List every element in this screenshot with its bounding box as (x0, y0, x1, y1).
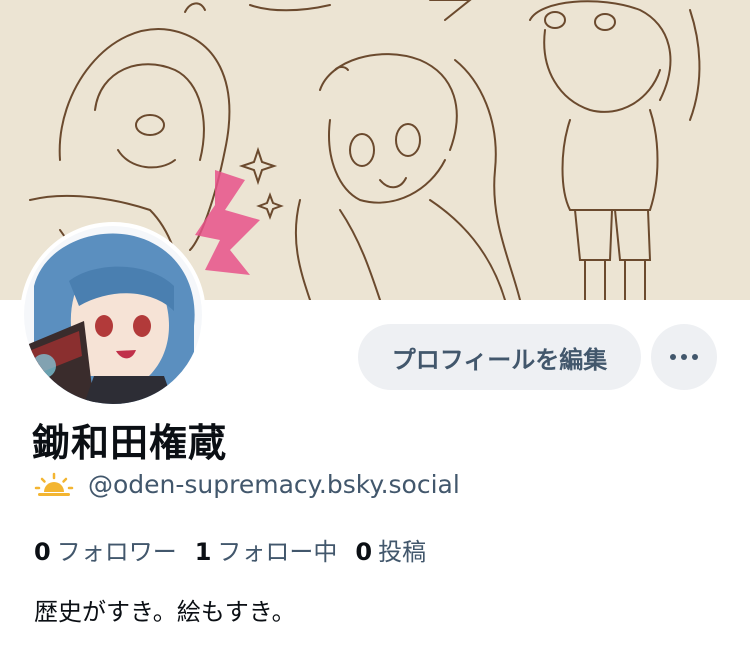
ellipsis-icon (670, 354, 698, 360)
posts-stat: 0 投稿 (355, 532, 426, 567)
edit-profile-button[interactable]: プロフィールを編集 (358, 324, 641, 390)
avatar[interactable] (20, 222, 206, 408)
followers-label: フォロワー (56, 538, 177, 566)
profile-handle[interactable]: @oden-supremacy.bsky.social (88, 470, 460, 499)
more-options-button[interactable] (651, 324, 717, 390)
handle-row: @oden-supremacy.bsky.social (34, 470, 460, 499)
profile-bio: 歴史がすき。絵もすき。 (34, 598, 296, 626)
avatar-image (24, 226, 202, 404)
posts-count: 0 (355, 538, 373, 566)
profile-stats: 0 フォロワー 1 フォロー中 0 投稿 (34, 532, 444, 567)
following-count: 1 (194, 538, 212, 566)
sunrise-icon (34, 472, 74, 496)
followers-stat[interactable]: 0 フォロワー (34, 532, 177, 567)
following-label: フォロー中 (217, 538, 338, 566)
followers-count: 0 (34, 538, 51, 566)
posts-label: 投稿 (378, 538, 427, 566)
following-stat[interactable]: 1 フォロー中 (195, 532, 338, 567)
display-name: 鋤和田権蔵 (32, 421, 228, 465)
